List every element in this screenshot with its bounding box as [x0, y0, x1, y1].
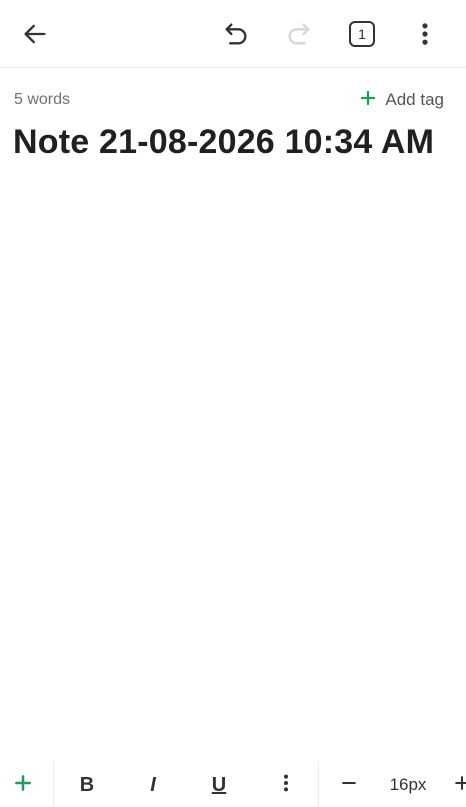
- plus-icon: [452, 773, 466, 798]
- font-size-value[interactable]: 16px: [382, 768, 434, 802]
- increase-font-size-button[interactable]: [452, 768, 466, 802]
- plus-icon: [359, 89, 377, 112]
- underline-button[interactable]: U: [204, 768, 234, 802]
- minus-icon: [339, 773, 359, 798]
- formatting-toolbar: B I U 16px: [0, 762, 466, 807]
- plus-icon: [13, 773, 33, 798]
- note-editor[interactable]: [0, 214, 466, 744]
- more-options-button[interactable]: [405, 14, 445, 54]
- tab-count: 1: [358, 26, 366, 42]
- more-vertical-icon: [275, 772, 297, 799]
- redo-icon: [285, 20, 313, 48]
- redo-button[interactable]: [279, 14, 319, 54]
- decrease-font-size-button[interactable]: [334, 768, 364, 802]
- back-button[interactable]: [15, 14, 55, 54]
- tab-count-icon: 1: [349, 21, 375, 47]
- add-tag-label: Add tag: [385, 90, 444, 109]
- note-title[interactable]: Note 21-08-2026 10:34 AM: [13, 122, 443, 162]
- add-tag-button[interactable]: Add tag: [359, 89, 444, 112]
- more-vertical-icon: [411, 20, 439, 48]
- bold-button[interactable]: B: [72, 768, 102, 802]
- undo-icon: [222, 20, 250, 48]
- italic-button[interactable]: I: [138, 768, 168, 802]
- undo-button[interactable]: [216, 14, 256, 54]
- insert-button[interactable]: [8, 768, 38, 802]
- top-app-bar: 1: [0, 0, 466, 68]
- toolbar-divider: [53, 762, 54, 807]
- tabs-button[interactable]: 1: [342, 14, 382, 54]
- arrow-left-icon: [21, 20, 49, 48]
- toolbar-divider: [318, 762, 319, 807]
- note-meta-row: 5 words Add tag: [14, 88, 444, 112]
- word-count: 5 words: [14, 91, 71, 108]
- more-formatting-button[interactable]: [271, 768, 301, 802]
